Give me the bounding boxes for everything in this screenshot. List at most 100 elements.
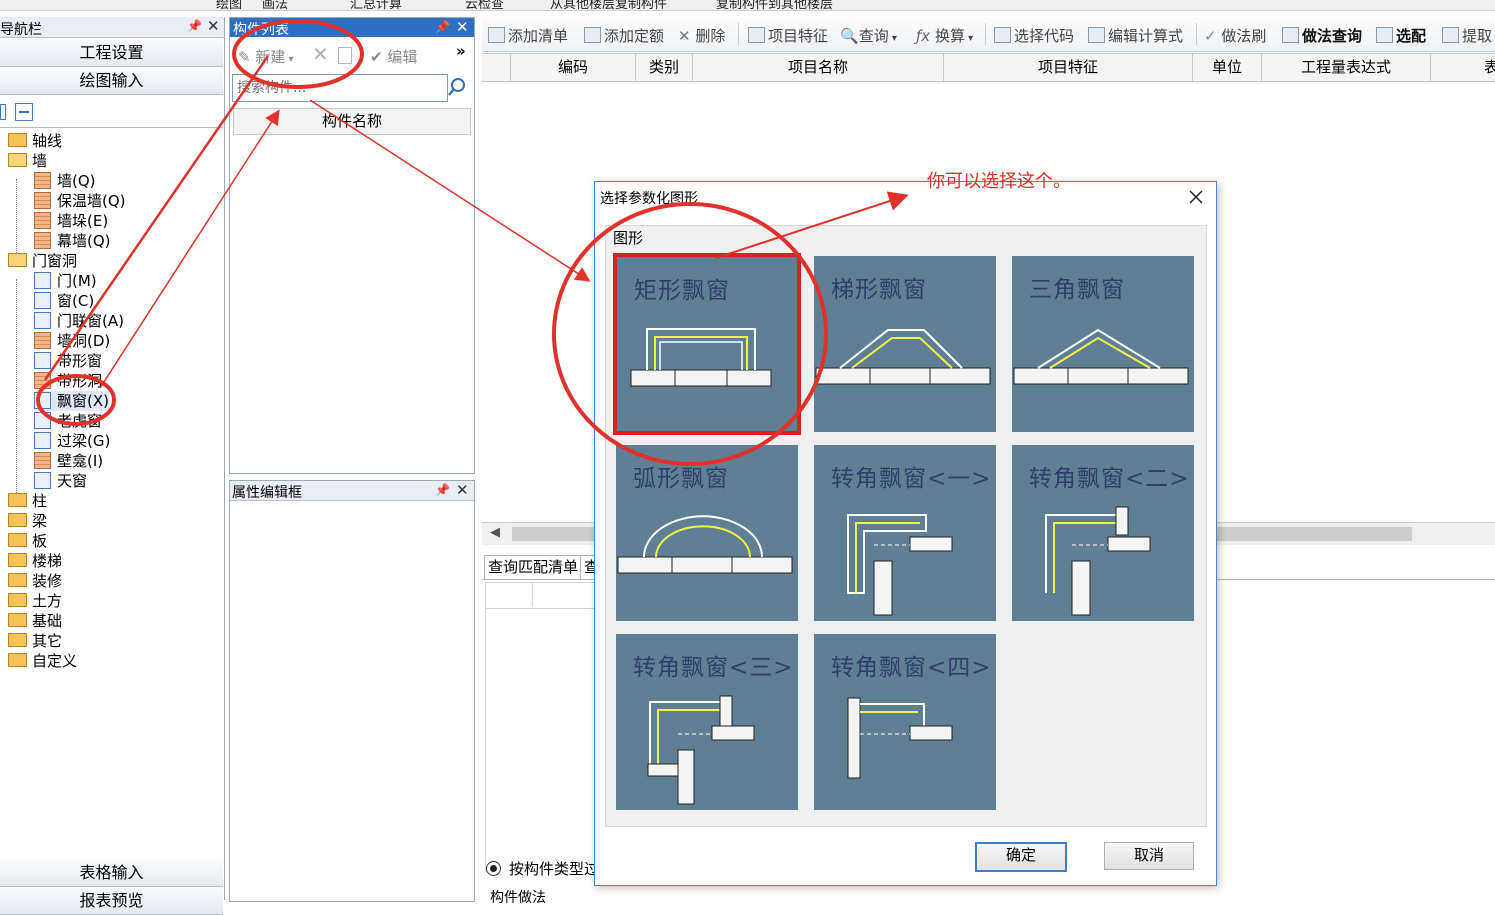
match-icon: [1376, 27, 1393, 43]
close-icon[interactable]: ✕: [456, 18, 469, 36]
menu-copy-from-floor[interactable]: 从其他楼层复制构件: [550, 0, 667, 10]
wall-icon: [34, 172, 51, 189]
edit-formula-icon: [1088, 27, 1105, 43]
query-button[interactable]: 🔍查询 ▾: [840, 25, 897, 46]
pin-icon[interactable]: 📌: [435, 20, 450, 34]
tree-folder-other[interactable]: 其它: [8, 631, 62, 651]
filter-by-type-radio[interactable]: 按构件类型过: [486, 858, 606, 880]
tree-folder-custom[interactable]: 自定义: [8, 651, 77, 671]
menu-draw[interactable]: 绘图: [216, 0, 242, 10]
method-grid-header: 编码 类别 项目名称 项目特征 单位 工程量表达式 表: [482, 53, 1495, 82]
column-quantity-expression[interactable]: 工程量表达式: [1262, 54, 1431, 81]
column-category[interactable]: 类别: [636, 54, 693, 81]
method-brush-button[interactable]: ✓ 做法刷: [1204, 25, 1266, 46]
pin-icon[interactable]: 📌: [435, 483, 450, 497]
tree-folder-wall[interactable]: 墙: [8, 151, 47, 171]
tree-item-bay-window[interactable]: 飘窗(X): [34, 391, 109, 411]
cancel-button[interactable]: 取消: [1104, 842, 1194, 870]
menu-summary-calc[interactable]: 汇总计算: [350, 0, 402, 10]
tree-item-wall-hole[interactable]: 墙洞(D): [34, 331, 110, 351]
more-icon[interactable]: »: [456, 42, 466, 60]
scroll-left-icon[interactable]: ◀: [490, 525, 500, 540]
shape-triangle-bay-window[interactable]: 三角飘窗: [1009, 253, 1197, 435]
tree-item-wall[interactable]: 墙(Q): [34, 171, 96, 191]
column-extra[interactable]: 表: [1431, 54, 1495, 81]
delete-icon[interactable]: ✕: [312, 42, 329, 66]
tree-folder-decoration[interactable]: 装修: [8, 571, 62, 591]
tree-folder-axis[interactable]: 轴线: [8, 131, 62, 151]
shape-rectangular-bay-window[interactable]: 矩形飘窗: [613, 253, 801, 435]
shape-trapezoid-bay-window[interactable]: 梯形飘窗: [811, 253, 999, 435]
shape-corner-bay-window-4[interactable]: 转角飘窗<四>: [811, 631, 999, 813]
tree-folder-beam[interactable]: 梁: [8, 511, 47, 531]
property-panel-title-bar: 属性编辑框 📌 ✕: [230, 481, 474, 501]
wall-hole-icon: [34, 332, 51, 349]
report-preview-button[interactable]: 报表预览: [0, 887, 223, 915]
project-settings-button[interactable]: 工程设置: [0, 39, 223, 67]
tab-query-match-list[interactable]: 查询匹配清单: [484, 555, 583, 579]
radio-selected-icon: [486, 861, 501, 876]
table-input-button[interactable]: 表格输入: [0, 859, 223, 887]
search-input[interactable]: [232, 74, 448, 102]
match-button[interactable]: 选配: [1376, 25, 1426, 46]
convert-button[interactable]: ƒx 换算 ▾: [916, 25, 973, 46]
tree-folder-openings[interactable]: 门窗洞: [8, 251, 77, 271]
tree-item-window[interactable]: 窗(C): [34, 291, 94, 311]
extract-icon: [1442, 27, 1459, 43]
column-unit[interactable]: 单位: [1193, 54, 1262, 81]
column-code[interactable]: 编码: [511, 54, 636, 81]
nav-title: 导航栏: [0, 22, 42, 38]
tree-folder-slab[interactable]: 板: [8, 531, 47, 551]
edit-formula-button[interactable]: 编辑计算式: [1088, 25, 1183, 46]
tree-item-dormer-window[interactable]: 老虎窗: [34, 411, 102, 431]
tree-item-strip-window[interactable]: 带形窗: [34, 351, 102, 371]
select-code-button[interactable]: 选择代码: [994, 25, 1074, 46]
tree-item-curtain-wall[interactable]: 幕墙(Q): [34, 231, 111, 251]
column-item-name[interactable]: 项目名称: [693, 54, 944, 81]
lintel-icon: [34, 432, 51, 449]
search-icon[interactable]: [446, 76, 468, 98]
add-list-button[interactable]: 添加清单: [488, 25, 568, 46]
delete-button[interactable]: ✕ 删除: [678, 25, 725, 46]
column-item-feature[interactable]: 项目特征: [944, 54, 1193, 81]
tree-item-wall-pier[interactable]: 墙垛(E): [34, 211, 108, 231]
tree-folder-column[interactable]: 柱: [8, 491, 47, 511]
method-toolbar: 添加清单 添加定额 ✕ 删除 项目特征 🔍查询 ▾ ƒx 换算 ▾ 选择代码 编…: [482, 17, 1495, 52]
edit-button[interactable]: ✔ 编辑: [370, 46, 417, 67]
drawing-input-button[interactable]: 绘图输入: [0, 67, 223, 95]
tree-item-skylight[interactable]: 天窗: [34, 471, 87, 491]
ok-button[interactable]: 确定: [975, 842, 1067, 872]
tree-item-door[interactable]: 门(M): [34, 271, 97, 291]
shape-arc-bay-window[interactable]: 弧形飘窗: [613, 442, 801, 624]
new-button[interactable]: ✎ 新建 ▾: [238, 46, 294, 67]
component-name-header[interactable]: 构件名称: [233, 108, 471, 135]
menu-method[interactable]: 画法: [262, 0, 288, 10]
tab-component-method[interactable]: 构件做法: [490, 887, 546, 907]
tree-item-niche[interactable]: 壁龛(I): [34, 451, 103, 471]
tree-folder-earthwork[interactable]: 土方: [8, 591, 62, 611]
item-feature-button[interactable]: 项目特征: [748, 25, 828, 46]
method-query-button[interactable]: 做法查询: [1282, 25, 1362, 46]
tree-item-insulation-wall[interactable]: 保温墙(Q): [34, 191, 126, 211]
close-icon[interactable]: ✕: [207, 17, 220, 35]
folder-open-icon: [8, 253, 27, 267]
tree-folder-foundation[interactable]: 基础: [8, 611, 62, 631]
shape-corner-bay-window-2[interactable]: 转角飘窗<二>: [1009, 442, 1197, 624]
copy-icon[interactable]: [338, 47, 352, 64]
tree-folder-stairs[interactable]: 楼梯: [8, 551, 62, 571]
tree-item-door-window[interactable]: 门联窗(A): [34, 311, 124, 331]
dialog-close-icon[interactable]: [1185, 186, 1207, 208]
shape-corner-bay-window-3[interactable]: 转角飘窗<三>: [613, 631, 801, 813]
pin-icon[interactable]: 📌: [187, 19, 202, 33]
tree-item-lintel[interactable]: 过梁(G): [34, 431, 110, 451]
extract-button[interactable]: 提取: [1442, 25, 1492, 46]
close-icon[interactable]: ✕: [456, 481, 469, 499]
tree-item-strip-hole[interactable]: 带形洞: [34, 371, 102, 391]
expand-all-icon[interactable]: [0, 104, 6, 120]
add-quota-button[interactable]: 添加定额: [584, 25, 664, 46]
collapse-all-icon[interactable]: [15, 103, 33, 121]
navigation-panel: 导航栏 📌 ✕ 工程设置 绘图输入 轴线 墙 墙(Q) 保温墙(Q) 墙垛(E)…: [0, 17, 225, 915]
menu-cloud-check[interactable]: 云检查: [465, 0, 504, 10]
menu-copy-to-floor[interactable]: 复制构件到其他楼层: [716, 0, 833, 10]
shape-corner-bay-window-1[interactable]: 转角飘窗<一>: [811, 442, 999, 624]
